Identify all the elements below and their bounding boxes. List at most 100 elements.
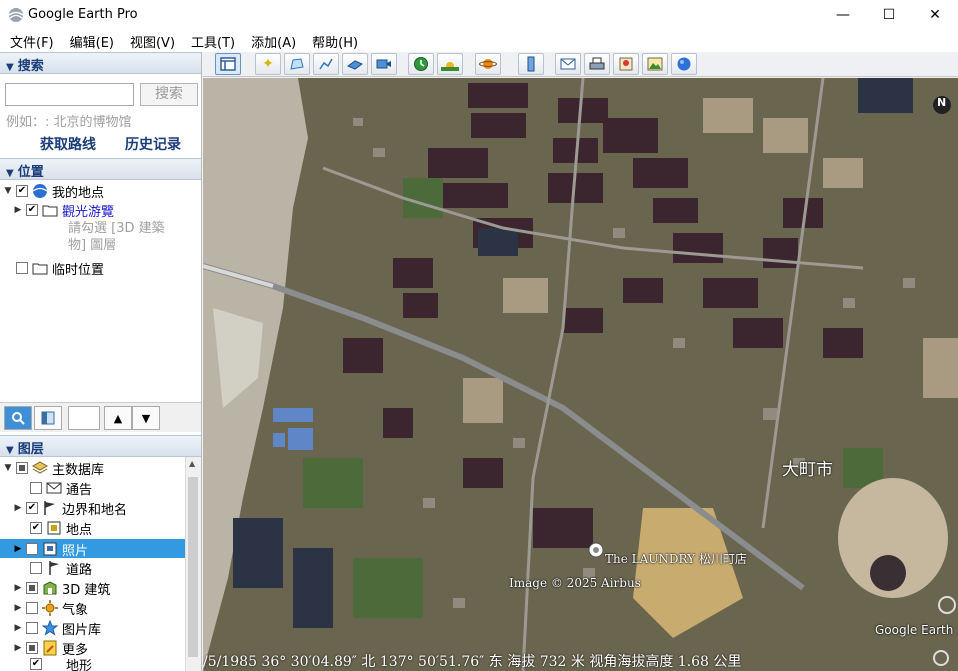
ruler-button[interactable] — [518, 53, 544, 75]
layer-item-places[interactable]: ✔ 地点 — [16, 518, 92, 538]
history-button[interactable]: 历史记录 — [125, 134, 181, 154]
terrain-icon — [46, 657, 62, 671]
expand-arrow-icon[interactable]: ▶ — [12, 643, 24, 653]
collapse-arrow-icon[interactable]: ▼ — [2, 186, 14, 196]
google-earth-logo: Google Earth — [875, 623, 954, 637]
checkbox-places[interactable]: ✔ — [30, 522, 42, 534]
menu-edit[interactable]: 编辑(E) — [62, 30, 122, 52]
expand-arrow-icon[interactable]: ▶ — [12, 503, 24, 513]
tree-item-tour[interactable]: ▶ ✔ 觀光游覽 — [12, 200, 114, 220]
move-up-button[interactable]: ▲ — [104, 406, 132, 430]
get-directions-button[interactable]: 获取路线 — [40, 134, 96, 154]
image-icon — [647, 57, 663, 71]
layer-label: 气象 — [62, 602, 89, 618]
places-filter-box[interactable] — [68, 406, 100, 430]
add-path-button[interactable] — [313, 53, 339, 75]
add-polygon-button[interactable] — [284, 53, 310, 75]
expand-arrow-icon[interactable]: ▶ — [12, 603, 24, 613]
place-marker-icon — [46, 520, 62, 536]
tree-item-temp-places[interactable]: 临时位置 — [2, 258, 104, 278]
add-placemark-button[interactable]: ✦ — [255, 53, 281, 75]
road-sign-icon — [46, 560, 62, 576]
collapse-arrow-icon[interactable]: ▼ — [2, 463, 14, 473]
historical-imagery-button[interactable] — [408, 53, 434, 75]
layers-scrollbar[interactable]: ▲ — [185, 457, 201, 671]
menu-add[interactable]: 添加(A) — [243, 30, 304, 52]
checkbox-temp-places[interactable] — [16, 262, 28, 274]
tour-hint-line-1: 請勾選 [3D 建築 — [68, 221, 165, 236]
collapse-triangle-icon: ▼ — [6, 445, 14, 456]
search-places-button[interactable] — [4, 406, 32, 430]
add-image-overlay-button[interactable] — [342, 53, 368, 75]
checkbox-notice[interactable] — [30, 482, 42, 494]
layer-item-roads[interactable]: 道路 — [16, 558, 92, 578]
menu-tools[interactable]: 工具(T) — [183, 30, 243, 52]
checkbox-photos[interactable] — [26, 543, 38, 555]
search-section-header[interactable]: ▼ 搜索 — [0, 52, 201, 74]
collapse-triangle-icon: ▼ — [6, 62, 14, 73]
layers-section-header[interactable]: ▼ 图层 — [0, 435, 201, 457]
layer-item-notice[interactable]: 通告 — [16, 478, 92, 498]
switch-planet-button[interactable] — [475, 53, 501, 75]
print-button[interactable] — [584, 53, 610, 75]
maximize-button[interactable]: ☐ — [866, 0, 912, 30]
map-view[interactable]: N 大町市 The LAUNDRY 松川町店 Image © 2025 Airb… — [203, 78, 958, 671]
checkbox-borders[interactable]: ✔ — [26, 502, 38, 514]
record-tour-button[interactable] — [371, 53, 397, 75]
toggle-panel-button[interactable] — [34, 406, 62, 430]
checkbox-3d-buildings[interactable] — [26, 582, 38, 594]
layer-item-weather[interactable]: ▶ 气象 — [12, 598, 88, 618]
planet-icon — [479, 59, 497, 69]
checkbox-gallery[interactable] — [26, 622, 38, 634]
layer-item-3d-buildings[interactable]: ▶ 3D 建筑 — [12, 578, 110, 598]
menu-file[interactable]: 文件(F) — [2, 30, 62, 52]
email-button[interactable] — [555, 53, 581, 75]
layer-label: 主数据库 — [52, 462, 105, 478]
save-image-button[interactable] — [642, 53, 668, 75]
main-toolbar: ✦ — [203, 52, 958, 77]
minimize-button[interactable]: — — [820, 0, 866, 30]
checkbox-roads[interactable] — [30, 562, 42, 574]
expand-arrow-icon[interactable]: ▶ — [12, 583, 24, 593]
tree-item-my-places[interactable]: ▼ ✔ 我的地点 — [2, 181, 104, 201]
close-button[interactable]: ✕ — [912, 0, 958, 30]
scrollbar-thumb[interactable] — [188, 477, 198, 657]
layer-item-primary-database[interactable]: ▼ 主数据库 — [2, 458, 104, 478]
polygon-icon — [290, 58, 304, 70]
checkbox-more[interactable] — [26, 642, 38, 654]
view-in-google-maps-button[interactable] — [613, 53, 639, 75]
layer-item-more[interactable]: ▶ 更多 — [12, 638, 88, 658]
search-input[interactable] — [5, 83, 134, 106]
expand-arrow-icon[interactable]: ▶ — [12, 623, 24, 633]
menu-view[interactable]: 视图(V) — [122, 30, 183, 52]
toggle-sidebar-button[interactable] — [215, 53, 241, 75]
checkbox-tour[interactable]: ✔ — [26, 204, 38, 216]
globe-icon — [677, 57, 691, 71]
compass-n-icon[interactable]: N — [937, 96, 946, 109]
scroll-up-arrow-icon[interactable]: ▲ — [189, 459, 195, 468]
earth-view-button[interactable] — [671, 53, 697, 75]
layer-item-terrain[interactable]: ✔ 地形 — [16, 657, 92, 671]
expand-arrow-icon[interactable]: ▶ — [12, 544, 24, 554]
menu-bar: 文件(F) 编辑(E) 视图(V) 工具(T) 添加(A) 帮助(H) — [0, 30, 958, 52]
layer-item-gallery[interactable]: ▶ 图片库 — [12, 618, 101, 638]
move-down-button[interactable]: ▼ — [132, 406, 160, 430]
places-section-header[interactable]: ▼ 位置 — [0, 158, 201, 180]
my-places-label: 我的地点 — [52, 185, 105, 201]
clock-icon — [414, 57, 428, 71]
search-button[interactable]: 搜索 — [140, 83, 198, 106]
expand-arrow-icon[interactable]: ▶ — [12, 205, 24, 215]
menu-help[interactable]: 帮助(H) — [304, 30, 366, 52]
layer-label: 地点 — [66, 522, 93, 538]
checkbox-terrain[interactable]: ✔ — [30, 658, 42, 670]
layer-item-photos[interactable]: ▶ 照片 — [12, 539, 88, 559]
poi-label[interactable]: The LAUNDRY 松川町店 — [605, 550, 747, 567]
note-icon — [42, 640, 58, 656]
checkbox-primary-database[interactable] — [16, 462, 28, 474]
checkbox-weather[interactable] — [26, 602, 38, 614]
sunlight-button[interactable] — [437, 53, 463, 75]
layer-item-borders[interactable]: ▶ ✔ 边界和地名 — [12, 498, 127, 518]
window-title: Google Earth Pro — [28, 7, 138, 22]
checkbox-my-places[interactable]: ✔ — [16, 185, 28, 197]
folder-icon — [32, 260, 48, 276]
